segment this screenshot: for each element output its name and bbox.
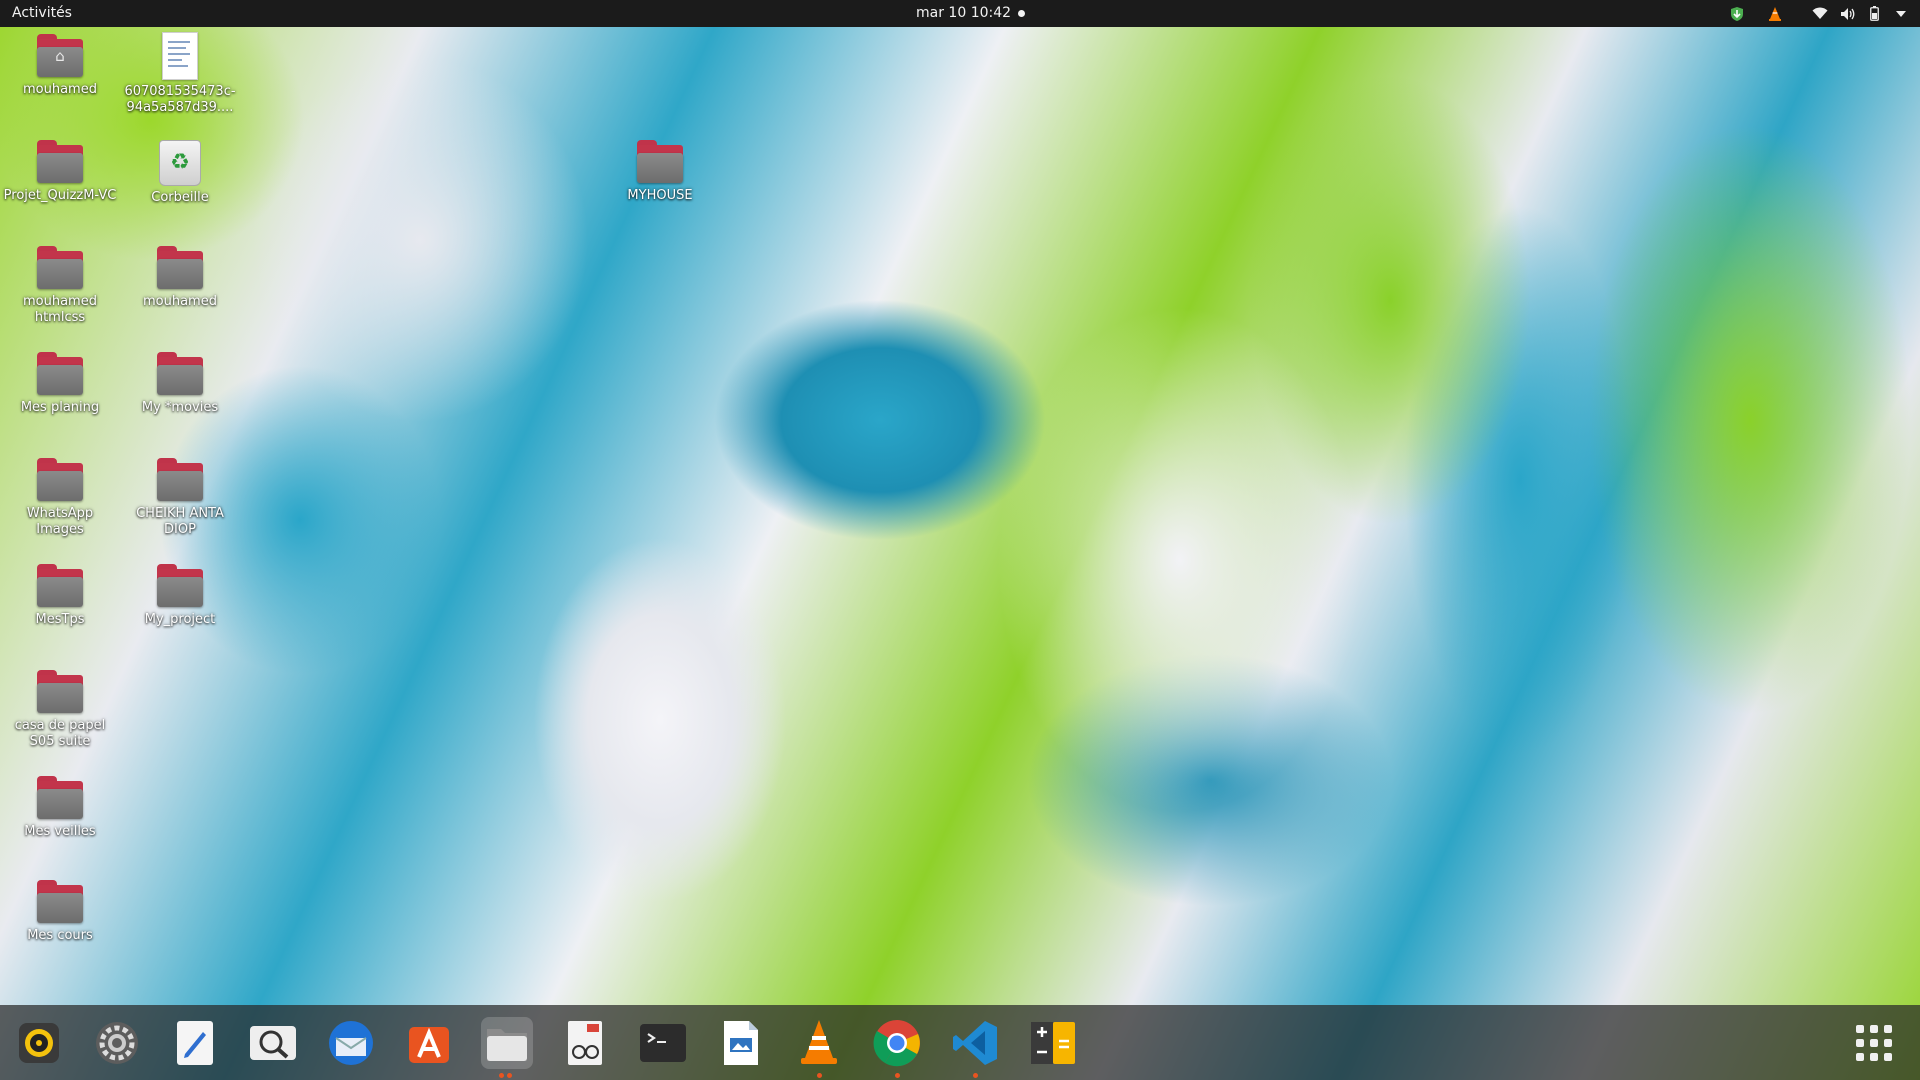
folder-icon	[37, 140, 83, 184]
desktop-item-label: WhatsApp Images	[26, 506, 94, 537]
desktop-item-label: Mes planing	[20, 400, 100, 415]
settings-icon[interactable]	[91, 1017, 143, 1069]
volume-icon[interactable]	[1838, 4, 1858, 23]
folder-icon	[157, 352, 203, 396]
desktop-item-label: Mes veilles	[24, 824, 96, 839]
screenshot-viewer-icon[interactable]	[247, 1017, 299, 1069]
desktop-item-mouhamed[interactable]: mouhamed	[122, 246, 238, 310]
folder-icon	[37, 776, 83, 820]
folder-icon	[37, 564, 83, 608]
desktop-item-label: Mes cours	[27, 928, 93, 943]
text-editor-icon[interactable]	[169, 1017, 221, 1069]
chrome-icon[interactable]	[871, 1017, 923, 1069]
dock	[0, 1005, 1920, 1080]
desktop-item-label: mouhamed	[23, 82, 97, 97]
document-icon	[162, 32, 198, 80]
desktop-item-label: My *movies	[141, 400, 219, 415]
desktop-item-label: casa de papel S05 suite	[14, 718, 106, 749]
shield-update-icon[interactable]	[1728, 4, 1746, 23]
folder-icon	[37, 246, 83, 290]
desktop-item-document[interactable]: 607081535473c-94a5a587d39....	[122, 32, 238, 116]
desktop-item-label: Corbeille	[151, 190, 209, 205]
files-icon[interactable]	[481, 1017, 533, 1069]
desktop-item-label: My_project	[144, 612, 216, 627]
desktop-wallpaper	[0, 0, 1920, 1080]
desktop-item-cheikh-anta-diop[interactable]: CHEIKH ANTA DIOP	[122, 458, 238, 538]
desktop-item-label: CHEIKH ANTA DIOP	[136, 506, 224, 537]
wifi-icon[interactable]	[1810, 4, 1830, 23]
desktop-item-label: MesTps	[35, 612, 85, 627]
desktop-item-mouhamed-htmlcss[interactable]: mouhamed htmlcss	[2, 246, 118, 326]
trash-icon: ♻	[159, 140, 201, 186]
battery-icon[interactable]	[1866, 4, 1882, 23]
activities-button[interactable]: Activités	[12, 5, 72, 21]
desktop-item-whatsapp-images[interactable]: WhatsApp Images	[2, 458, 118, 538]
show-applications-icon[interactable]	[1856, 1025, 1892, 1061]
folder-icon	[637, 140, 683, 184]
thunderbird-icon[interactable]	[325, 1017, 377, 1069]
desktop-item-my-movies[interactable]: My *movies	[122, 352, 238, 416]
folder-icon	[157, 564, 203, 608]
desktop-item-label: mouhamed htmlcss	[23, 294, 97, 325]
desktop-item-mes-cours[interactable]: Mes cours	[2, 880, 118, 944]
terminal-icon[interactable]	[637, 1017, 689, 1069]
folder-icon	[157, 246, 203, 290]
document-viewer-icon[interactable]	[559, 1017, 611, 1069]
home-folder-icon: ⌂	[37, 34, 83, 78]
running-indicator	[895, 1073, 900, 1078]
desktop-item-label: MYHOUSE	[627, 188, 693, 203]
desktop-item-myhouse[interactable]: MYHOUSE	[602, 140, 718, 204]
vlc-tray-icon[interactable]	[1766, 4, 1784, 23]
folder-icon	[37, 880, 83, 924]
folder-icon	[37, 458, 83, 502]
rhythmbox-icon[interactable]	[13, 1017, 65, 1069]
desktop-item-casa-de-papel[interactable]: casa de papel S05 suite	[2, 670, 118, 750]
notification-dot-icon	[1018, 10, 1025, 17]
folder-icon	[157, 458, 203, 502]
vlc-icon[interactable]	[793, 1017, 845, 1069]
folder-icon	[37, 352, 83, 396]
desktop-item-label: 607081535473c-94a5a587d39....	[124, 84, 236, 115]
app-store-icon[interactable]	[403, 1017, 455, 1069]
folder-icon	[37, 670, 83, 714]
running-indicator	[499, 1073, 504, 1078]
desktop-item-mes-veilles[interactable]: Mes veilles	[2, 776, 118, 840]
running-indicator	[507, 1073, 512, 1078]
desktop-item-label: Projet_QuizzM-VC	[3, 188, 117, 203]
desktop-item-my-project[interactable]: My_project	[122, 564, 238, 628]
calculator-icon[interactable]	[1027, 1017, 1079, 1069]
desktop-item-mes-planing[interactable]: Mes planing	[2, 352, 118, 416]
clock-datetime[interactable]: mar 10 10:42	[916, 5, 1011, 21]
running-indicator	[973, 1073, 978, 1078]
desktop-item-projet-quizz[interactable]: Projet_QuizzM-VC	[2, 140, 118, 204]
vscode-icon[interactable]	[949, 1017, 1001, 1069]
desktop-item-trash[interactable]: ♻ Corbeille	[122, 140, 238, 206]
top-bar: Activités mar 10 10:42	[0, 0, 1920, 27]
desktop-item-label: mouhamed	[143, 294, 217, 309]
running-indicator	[817, 1073, 822, 1078]
desktop-item-home[interactable]: ⌂ mouhamed	[2, 34, 118, 98]
menu-arrow-icon[interactable]	[1894, 4, 1908, 23]
desktop-item-mestps[interactable]: MesTps	[2, 564, 118, 628]
libreoffice-writer-icon[interactable]	[715, 1017, 767, 1069]
